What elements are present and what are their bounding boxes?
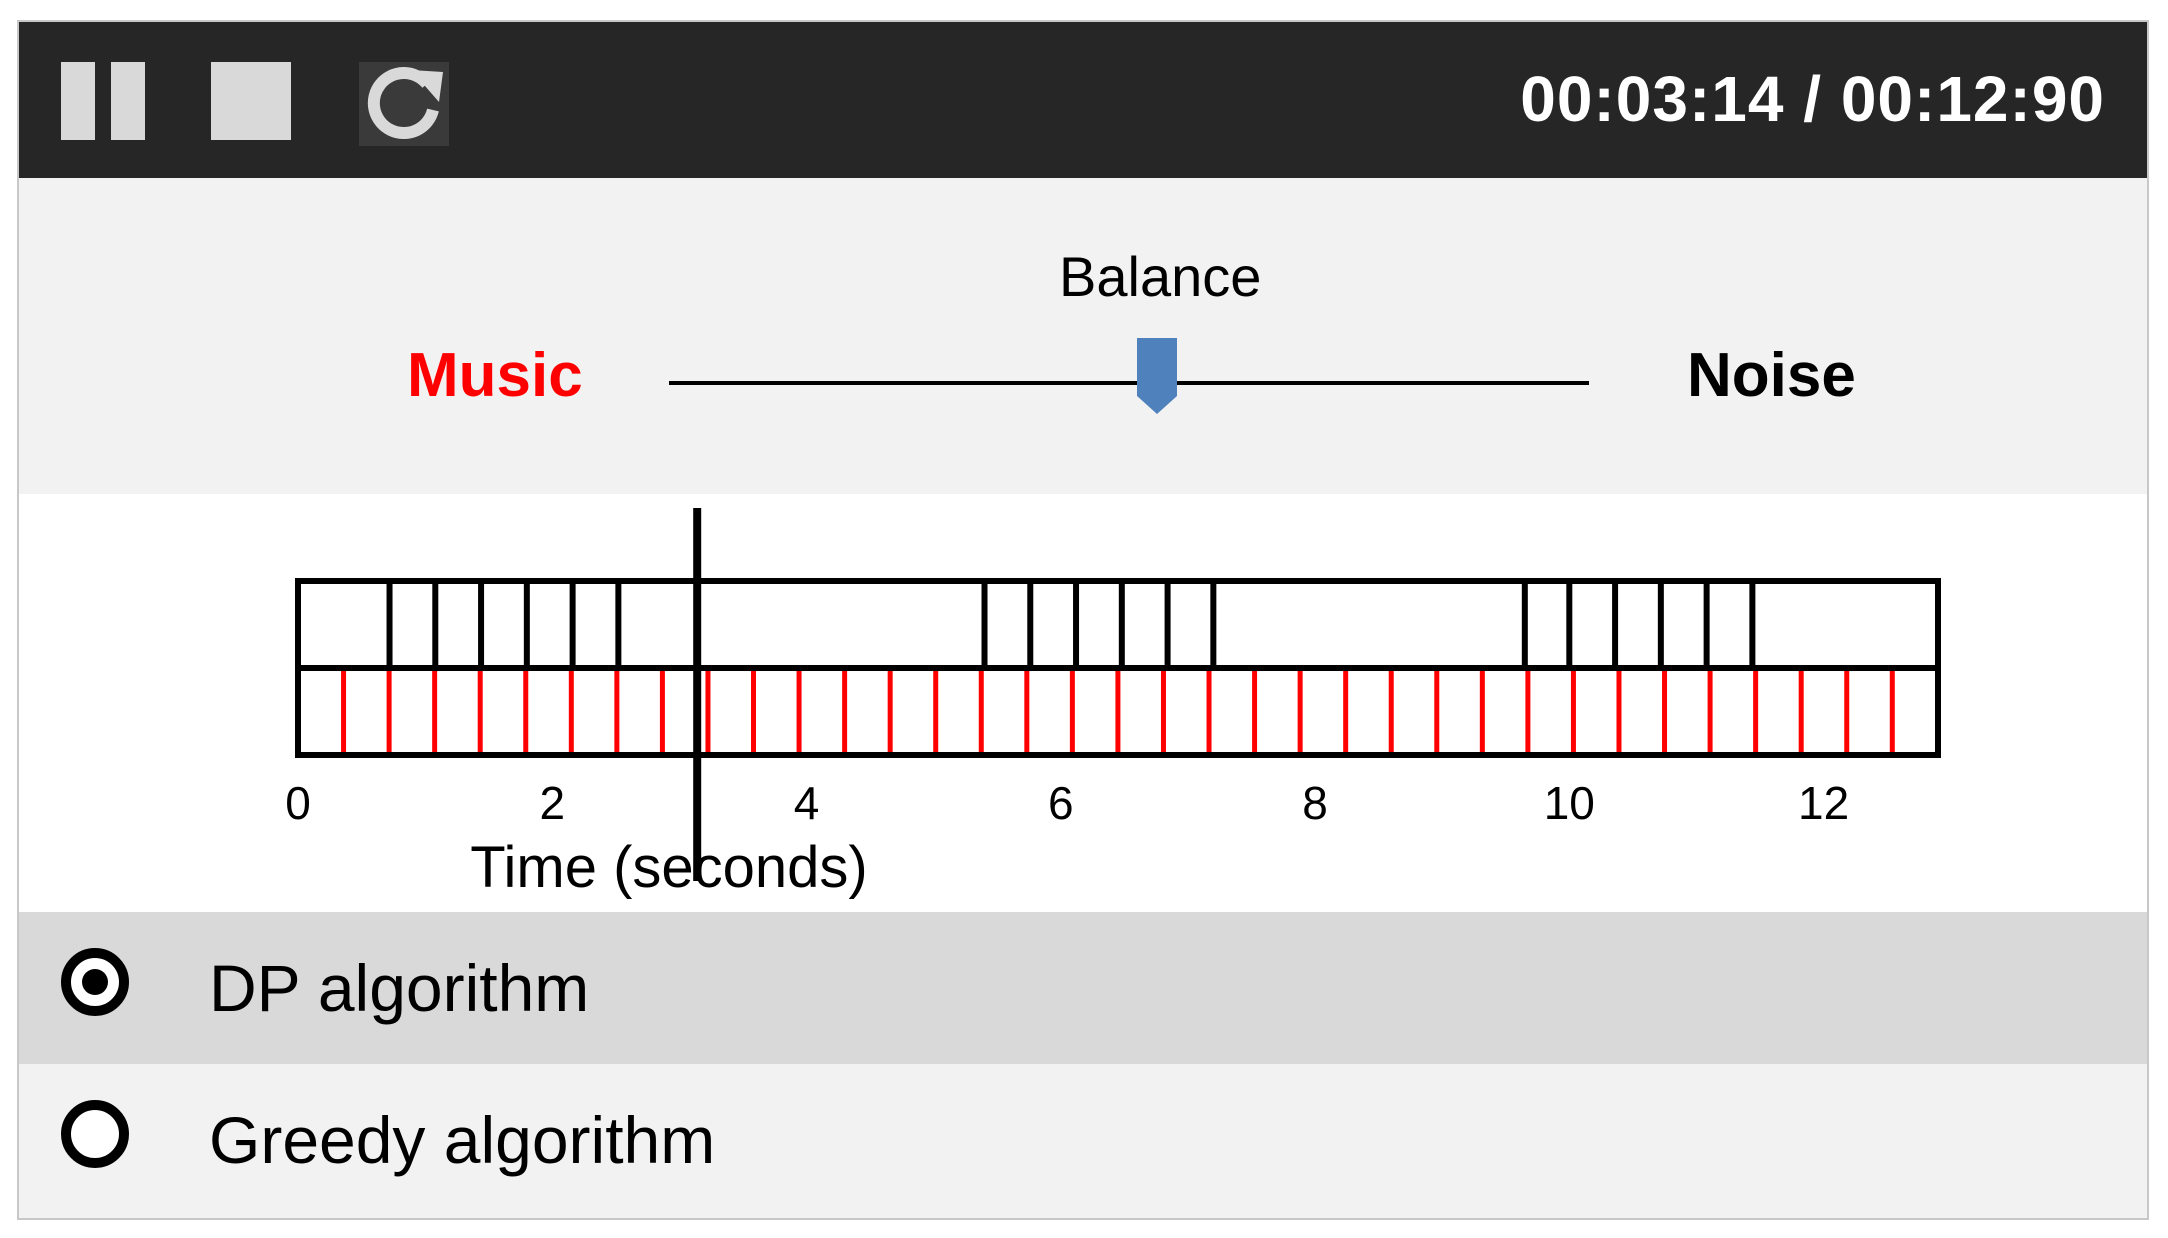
time-readout: 00:03:14 / 00:12:90 bbox=[1520, 63, 2105, 135]
balance-panel: Balance Music Noise bbox=[19, 178, 2147, 494]
balance-slider-track[interactable] bbox=[669, 381, 1589, 385]
x-tick-label: 4 bbox=[794, 777, 820, 829]
dp-algorithm-label: DP algorithm bbox=[209, 951, 590, 1025]
dp-radio[interactable] bbox=[61, 948, 129, 1016]
reload-icon bbox=[359, 62, 449, 146]
toolbar: 00:03:14 / 00:12:90 bbox=[19, 22, 2147, 178]
option-dp-algorithm[interactable]: DP algorithm bbox=[19, 912, 2147, 1064]
radio-selected-dot bbox=[82, 969, 108, 995]
x-tick-label: 8 bbox=[1302, 777, 1328, 829]
stop-icon bbox=[211, 62, 291, 140]
pause-button[interactable] bbox=[61, 62, 145, 146]
reload-button[interactable] bbox=[359, 62, 449, 146]
player-window: 00:03:14 / 00:12:90 Balance Music Noise … bbox=[17, 20, 2149, 1220]
x-axis-label: Time (seconds) bbox=[470, 835, 868, 900]
timeline-panel: 0 2 4 6 8 10 12 Time (seconds) bbox=[19, 494, 2147, 912]
option-greedy-algorithm[interactable]: Greedy algorithm bbox=[19, 1064, 2147, 1216]
noise-label: Noise bbox=[1687, 341, 1856, 410]
stop-button[interactable] bbox=[211, 62, 293, 146]
x-tick-label: 12 bbox=[1798, 777, 1849, 829]
greedy-radio[interactable] bbox=[61, 1100, 129, 1168]
x-tick-label: 10 bbox=[1544, 777, 1595, 829]
music-label: Music bbox=[407, 341, 583, 410]
balance-title: Balance bbox=[1059, 245, 1262, 308]
x-tick-label: 2 bbox=[539, 777, 565, 829]
x-tick-label: 6 bbox=[1048, 777, 1074, 829]
greedy-algorithm-label: Greedy algorithm bbox=[209, 1103, 716, 1177]
balance-slider-thumb[interactable] bbox=[1136, 338, 1177, 414]
x-tick-label: 0 bbox=[285, 777, 311, 829]
